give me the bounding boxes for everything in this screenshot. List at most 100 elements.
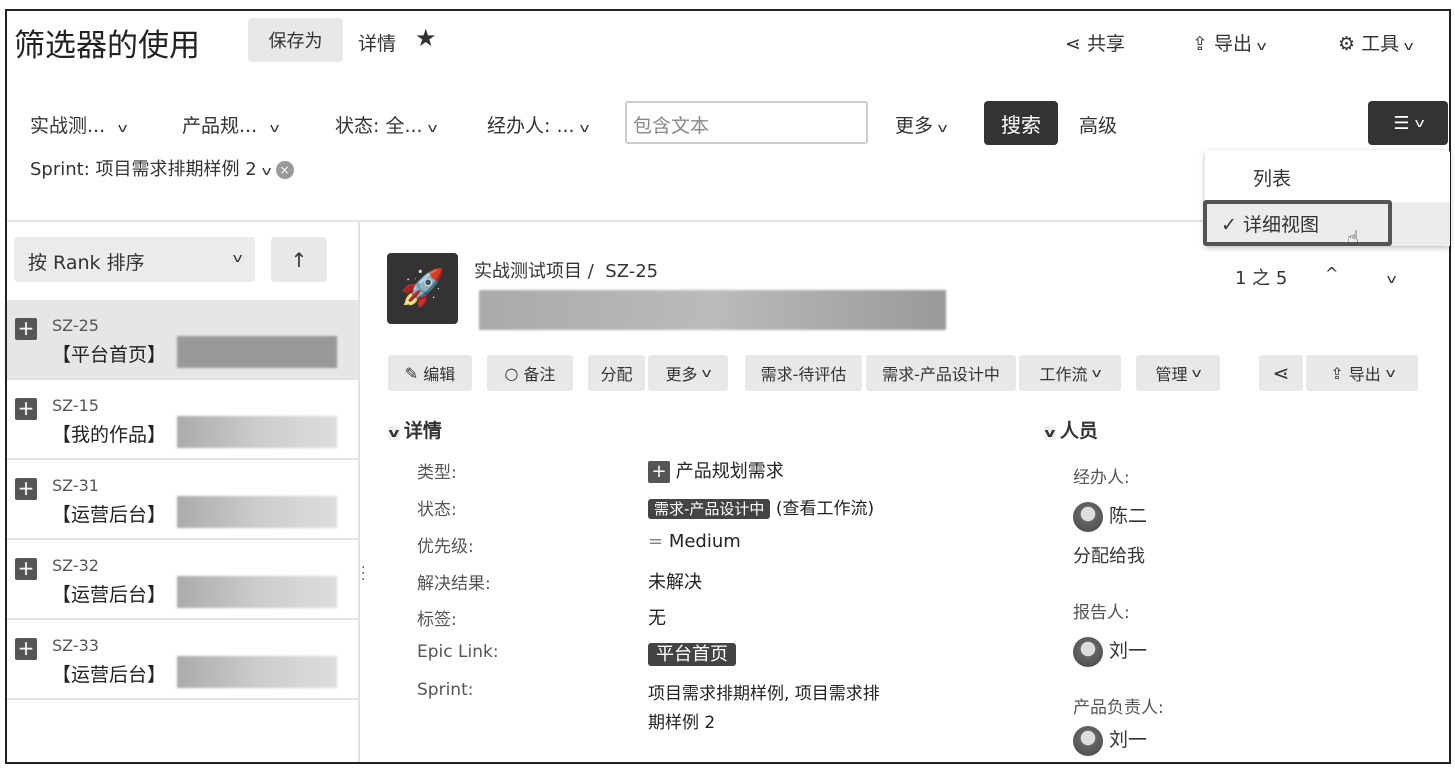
priority-value: = Medium — [648, 531, 741, 552]
advanced-link[interactable]: 高级 — [1079, 111, 1117, 138]
filter-label: Sprint: 项目需求排期样例 2 — [30, 159, 257, 180]
issue-summary: 【我的作品】 — [52, 424, 167, 446]
more-actions-button[interactable]: 更多 v — [648, 355, 728, 391]
comment-button[interactable]: ○ 备注 — [487, 355, 573, 391]
view-switch-button[interactable]: ☰ v — [1368, 101, 1448, 145]
filter-type[interactable]: 产品规... v — [182, 111, 280, 138]
more-label: 更多 — [895, 115, 934, 137]
issue-key: SZ-15 — [52, 396, 99, 415]
workflow-button[interactable]: 工作流 v — [1019, 355, 1121, 391]
share-issue-button[interactable]: ⋖ — [1259, 355, 1303, 391]
share-button[interactable]: ⋖ 共享 — [1065, 29, 1125, 56]
labels-label: 标签: — [417, 610, 457, 630]
avatar — [1073, 501, 1103, 532]
sort-select[interactable]: 按 Rank 排序 v — [14, 237, 255, 282]
filter-project[interactable]: 实战测... v — [30, 111, 128, 138]
owner-name: 刘一 — [1109, 729, 1148, 751]
redacted — [177, 336, 337, 368]
export-icon: ⇪ — [1330, 363, 1344, 383]
resolution-value: 未解决 — [648, 572, 702, 593]
redacted — [177, 416, 337, 448]
chevron-down-icon: v — [232, 251, 243, 265]
clear-filter-icon[interactable]: × — [275, 161, 294, 179]
plus-icon: + — [15, 478, 37, 500]
breadcrumb: 实战测试项目 / SZ-25 — [474, 257, 658, 283]
list-item[interactable]: + SZ-25 【平台首页】 — [7, 300, 358, 380]
breadcrumb-project[interactable]: 实战测试项目 — [474, 261, 582, 282]
page-title: 筛选器的使用 — [14, 28, 200, 64]
assign-to-me-link[interactable]: 分配给我 — [1073, 542, 1145, 568]
filter-status[interactable]: 状态: 全... v — [335, 111, 438, 138]
transition-design-button[interactable]: 需求-产品设计中 — [866, 355, 1016, 391]
admin-button[interactable]: 管理 v — [1136, 355, 1220, 391]
star-icon[interactable]: ★ — [415, 24, 437, 52]
export-icon: ⇪ — [1192, 33, 1208, 55]
tools-button[interactable]: ⚙ 工具 v — [1338, 29, 1414, 56]
list-item[interactable]: + SZ-32 【运营后台】 — [7, 540, 358, 620]
assignee-value: 陈二 — [1073, 501, 1147, 532]
list-item[interactable]: + SZ-31 【运营后台】 — [7, 460, 358, 540]
list-item[interactable]: + SZ-33 【运营后台】 — [7, 620, 358, 700]
epic-link-badge[interactable]: 平台首页 — [648, 643, 736, 666]
panel-divider[interactable] — [358, 222, 360, 762]
assign-button[interactable]: 分配 — [588, 355, 645, 391]
menu-item-detail-view[interactable]: ✓ 详细视图 — [1203, 200, 1392, 246]
edit-button[interactable]: ✎ 编辑 — [388, 355, 472, 391]
pointer-cursor-icon: ☝ — [1347, 226, 1360, 250]
resolution-label: 解决结果: — [417, 574, 491, 594]
avatar — [1073, 636, 1103, 667]
breadcrumb-issue-key[interactable]: SZ-25 — [605, 261, 658, 282]
more-filters-button[interactable]: 更多 v — [895, 111, 948, 138]
reporter-label: 报告人: — [1073, 603, 1130, 623]
resize-handle-icon[interactable]: · · · — [361, 561, 365, 587]
filter-sprint[interactable]: Sprint: 项目需求排期样例 2 v × — [30, 155, 294, 181]
save-as-button[interactable]: 保存为 — [248, 18, 343, 62]
chevron-down-icon: v — [937, 121, 948, 135]
chevron-down-icon: v — [269, 121, 280, 135]
type-text: 产品规划需求 — [675, 461, 784, 482]
plus-icon: + — [15, 638, 37, 660]
assignee-name: 陈二 — [1109, 505, 1148, 527]
type-label: 类型: — [417, 463, 457, 483]
export-issue-button[interactable]: ⇪ 导出 v — [1306, 355, 1418, 391]
people-section-toggle[interactable]: v 人员 — [1044, 416, 1098, 443]
filter-assignee[interactable]: 经办人: ... v — [487, 111, 589, 138]
chevron-down-icon: v — [1414, 116, 1425, 130]
status-badge: 需求-产品设计中 — [648, 499, 771, 519]
sprint-value-cont: 期样例 2 — [648, 713, 716, 733]
export-label: 导出 — [1213, 33, 1252, 55]
gear-icon: ⚙ — [1338, 33, 1356, 55]
status-value: 需求-产品设计中 (查看工作流) — [648, 494, 874, 519]
check-icon: ✓ — [1221, 214, 1237, 236]
assignee-label: 经办人: — [1073, 468, 1130, 488]
menu-item-list[interactable]: 列表 — [1253, 164, 1291, 191]
filter-label: 状态: 全... — [335, 115, 423, 137]
chevron-down-icon: v — [1256, 39, 1267, 53]
text-search-input[interactable]: 包含文本 — [625, 101, 868, 144]
search-button[interactable]: 搜索 — [984, 101, 1058, 145]
reporter-name: 刘一 — [1109, 640, 1148, 662]
view-menu: 列表 ✓ 详细视图 ☝ — [1203, 150, 1450, 250]
workflow-label: 工作流 — [1039, 365, 1088, 384]
admin-label: 管理 — [1155, 365, 1188, 384]
list-item[interactable]: + SZ-15 【我的作品】 — [7, 380, 358, 460]
export-button[interactable]: ⇪ 导出 v — [1192, 29, 1267, 56]
export-label: 导出 — [1348, 365, 1381, 384]
sort-direction-button[interactable]: ↑ — [271, 237, 327, 282]
redacted — [177, 576, 337, 608]
labels-value: 无 — [648, 608, 666, 629]
pager: 1 之 5 — [1235, 268, 1288, 289]
view-workflow-link[interactable]: (查看工作流) — [776, 499, 874, 519]
chevron-down-icon: v — [427, 121, 438, 135]
redacted-issue-title — [479, 290, 946, 330]
share-label: 共享 — [1086, 33, 1125, 55]
prev-issue-icon[interactable]: ^ — [1325, 264, 1338, 283]
details-link[interactable]: 详情 — [358, 29, 396, 56]
next-issue-icon[interactable]: v — [1382, 268, 1397, 287]
issue-summary: 【运营后台】 — [52, 584, 167, 606]
transition-pending-button[interactable]: 需求-待评估 — [745, 355, 862, 391]
plus-icon: + — [15, 318, 37, 340]
pencil-icon: ✎ — [404, 363, 419, 383]
details-section-toggle[interactable]: v 详情 — [388, 416, 442, 443]
chevron-down-icon: v — [1192, 366, 1202, 380]
